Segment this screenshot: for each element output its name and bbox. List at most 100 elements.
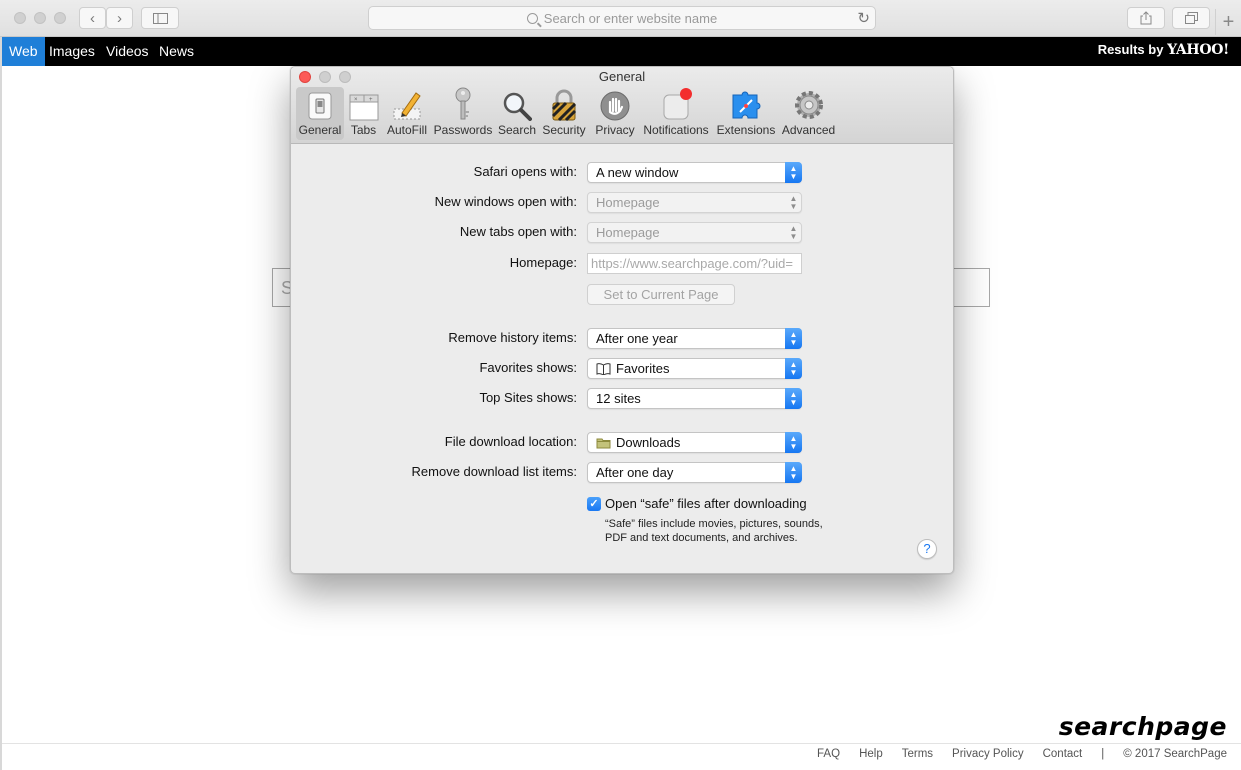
favorites-label: Favorites shows:	[479, 360, 577, 375]
plus-icon: +	[1222, 11, 1235, 33]
footer-privacy-policy[interactable]: Privacy Policy	[952, 748, 1024, 760]
tab-security-label: Security	[542, 123, 586, 137]
footer-copyright: © 2017 SearchPage	[1123, 748, 1227, 760]
prefs-title: General	[598, 69, 646, 84]
book-icon	[596, 362, 611, 375]
results-by: Results by YAHOO!	[1098, 42, 1230, 58]
remove-history-value: After one year	[596, 331, 678, 346]
remove-history-select[interactable]: After one year ▲ ▼	[587, 328, 802, 349]
zoom-window-button[interactable]	[54, 12, 66, 24]
open-safe-files-checkbox[interactable]: ✓	[587, 497, 601, 511]
footer-contact[interactable]: Contact	[1043, 748, 1083, 760]
help-button[interactable]: ?	[917, 539, 937, 559]
preferences-window: General General × + Tabs AutoFill Passwor…	[290, 66, 954, 574]
new-tab-button[interactable]: +	[1215, 9, 1241, 35]
new-windows-value: Homepage	[596, 195, 660, 210]
tab-tabs[interactable]: × + Tabs	[346, 87, 381, 140]
sidebar-button[interactable]	[141, 7, 179, 29]
help-icon: ?	[923, 541, 931, 556]
open-safe-files-label[interactable]: Open “safe” files after downloading	[605, 496, 807, 511]
tab-extensions[interactable]: Extensions	[715, 87, 777, 140]
remove-download-value: After one day	[596, 465, 674, 480]
homepage-label: Homepage:	[509, 255, 577, 270]
yahoo-logo: YAHOO!	[1167, 42, 1229, 58]
tab-privacy-label: Privacy	[595, 123, 635, 137]
nav-videos[interactable]: Videos	[99, 37, 156, 66]
set-to-current-page-button: Set to Current Page	[587, 284, 735, 305]
footer-help[interactable]: Help	[859, 748, 883, 760]
safari-opens-label: Safari opens with:	[473, 164, 577, 179]
share-icon	[1140, 11, 1152, 25]
footer-divider	[2, 743, 1241, 744]
gear-icon	[794, 91, 823, 119]
safari-opens-value: A new window	[596, 165, 679, 180]
favorites-value: Favorites	[616, 361, 670, 376]
preferences-toolbar: General General × + Tabs AutoFill Passwor…	[291, 67, 953, 144]
tab-search[interactable]: Search	[497, 87, 537, 140]
tab-advanced-label: Advanced	[781, 123, 836, 137]
key-icon	[455, 87, 471, 120]
search-icon	[526, 13, 538, 24]
top-sites-value: 12 sites	[596, 391, 641, 406]
safe-files-note: “Safe” files include movies, pictures, s…	[605, 518, 823, 544]
hand-icon	[600, 91, 630, 121]
new-windows-select: Homepage ▲ ▼	[587, 192, 802, 213]
checkmark-icon: ✓	[589, 498, 599, 510]
popup-arrows-icon: ▲ ▼	[785, 462, 802, 483]
minimize-window-button[interactable]	[34, 12, 46, 24]
download-location-label: File download location:	[444, 434, 577, 449]
tab-overview-button[interactable]	[1172, 7, 1210, 29]
popup-arrows-icon: ▲ ▼	[785, 388, 802, 409]
tab-advanced[interactable]: Advanced	[781, 87, 836, 140]
tab-autofill-label: AutoFill	[386, 123, 427, 137]
close-window-button[interactable]	[14, 12, 26, 24]
tab-search-label: Search	[497, 123, 537, 137]
nav-web[interactable]: Web	[2, 37, 45, 66]
footer-terms[interactable]: Terms	[902, 748, 933, 760]
footer-faq[interactable]: FAQ	[817, 748, 840, 760]
searchpage-logo: searchpage	[1058, 712, 1227, 741]
magnifier-icon	[503, 92, 532, 121]
share-button[interactable]	[1127, 7, 1165, 29]
tab-autofill[interactable]: AutoFill	[386, 87, 428, 140]
homepage-field[interactable]: https://www.searchpage.com/?uid=	[587, 253, 802, 274]
safari-opens-select[interactable]: A new window ▲ ▼	[587, 162, 802, 183]
new-tabs-select: Homepage ▲ ▼	[587, 222, 802, 243]
chevron-right-icon: ›	[117, 9, 122, 27]
lock-icon	[551, 89, 577, 121]
remove-download-select[interactable]: After one day ▲ ▼	[587, 462, 802, 483]
remove-download-label: Remove download list items:	[411, 464, 577, 479]
svg-text:+: +	[369, 97, 373, 103]
popup-arrows-icon: ▲ ▼	[789, 223, 798, 241]
notifications-icon	[663, 88, 692, 120]
tab-general[interactable]: General	[296, 87, 344, 140]
nav-images[interactable]: Images	[42, 37, 102, 66]
favorites-select[interactable]: Favorites ▲ ▼	[587, 358, 802, 379]
page-footer: FAQ Help Terms Privacy Policy Contact | …	[817, 748, 1227, 760]
address-bar[interactable]: Search or enter website name ↻	[368, 6, 876, 30]
tab-tabs-label: Tabs	[350, 123, 377, 137]
new-tabs-label: New tabs open with:	[459, 224, 577, 239]
back-button[interactable]: ‹	[79, 7, 106, 29]
popup-arrows-icon: ▲ ▼	[785, 432, 802, 453]
page-border	[0, 37, 2, 770]
download-location-select[interactable]: Downloads ▲ ▼	[587, 432, 802, 453]
tab-passwords[interactable]: Passwords	[434, 87, 492, 140]
popup-arrows-icon: ▲ ▼	[785, 162, 802, 183]
reload-icon[interactable]: ↻	[857, 9, 870, 27]
puzzle-icon	[732, 91, 761, 119]
top-sites-select[interactable]: 12 sites ▲ ▼	[587, 388, 802, 409]
new-windows-label: New windows open with:	[434, 194, 577, 209]
sidebar-icon	[152, 12, 168, 24]
nav-news[interactable]: News	[152, 37, 201, 66]
popup-arrows-icon: ▲ ▼	[789, 193, 798, 211]
tab-general-label: General	[298, 123, 342, 137]
tab-security[interactable]: Security	[541, 87, 587, 140]
download-location-value: Downloads	[616, 435, 681, 450]
tab-privacy[interactable]: Privacy	[593, 87, 637, 140]
tab-notifications[interactable]: Notifications	[641, 87, 711, 140]
forward-button[interactable]: ›	[106, 7, 133, 29]
tab-extensions-label: Extensions	[716, 123, 776, 137]
footer-separator: |	[1101, 748, 1105, 760]
popup-arrows-icon: ▲ ▼	[785, 358, 802, 379]
